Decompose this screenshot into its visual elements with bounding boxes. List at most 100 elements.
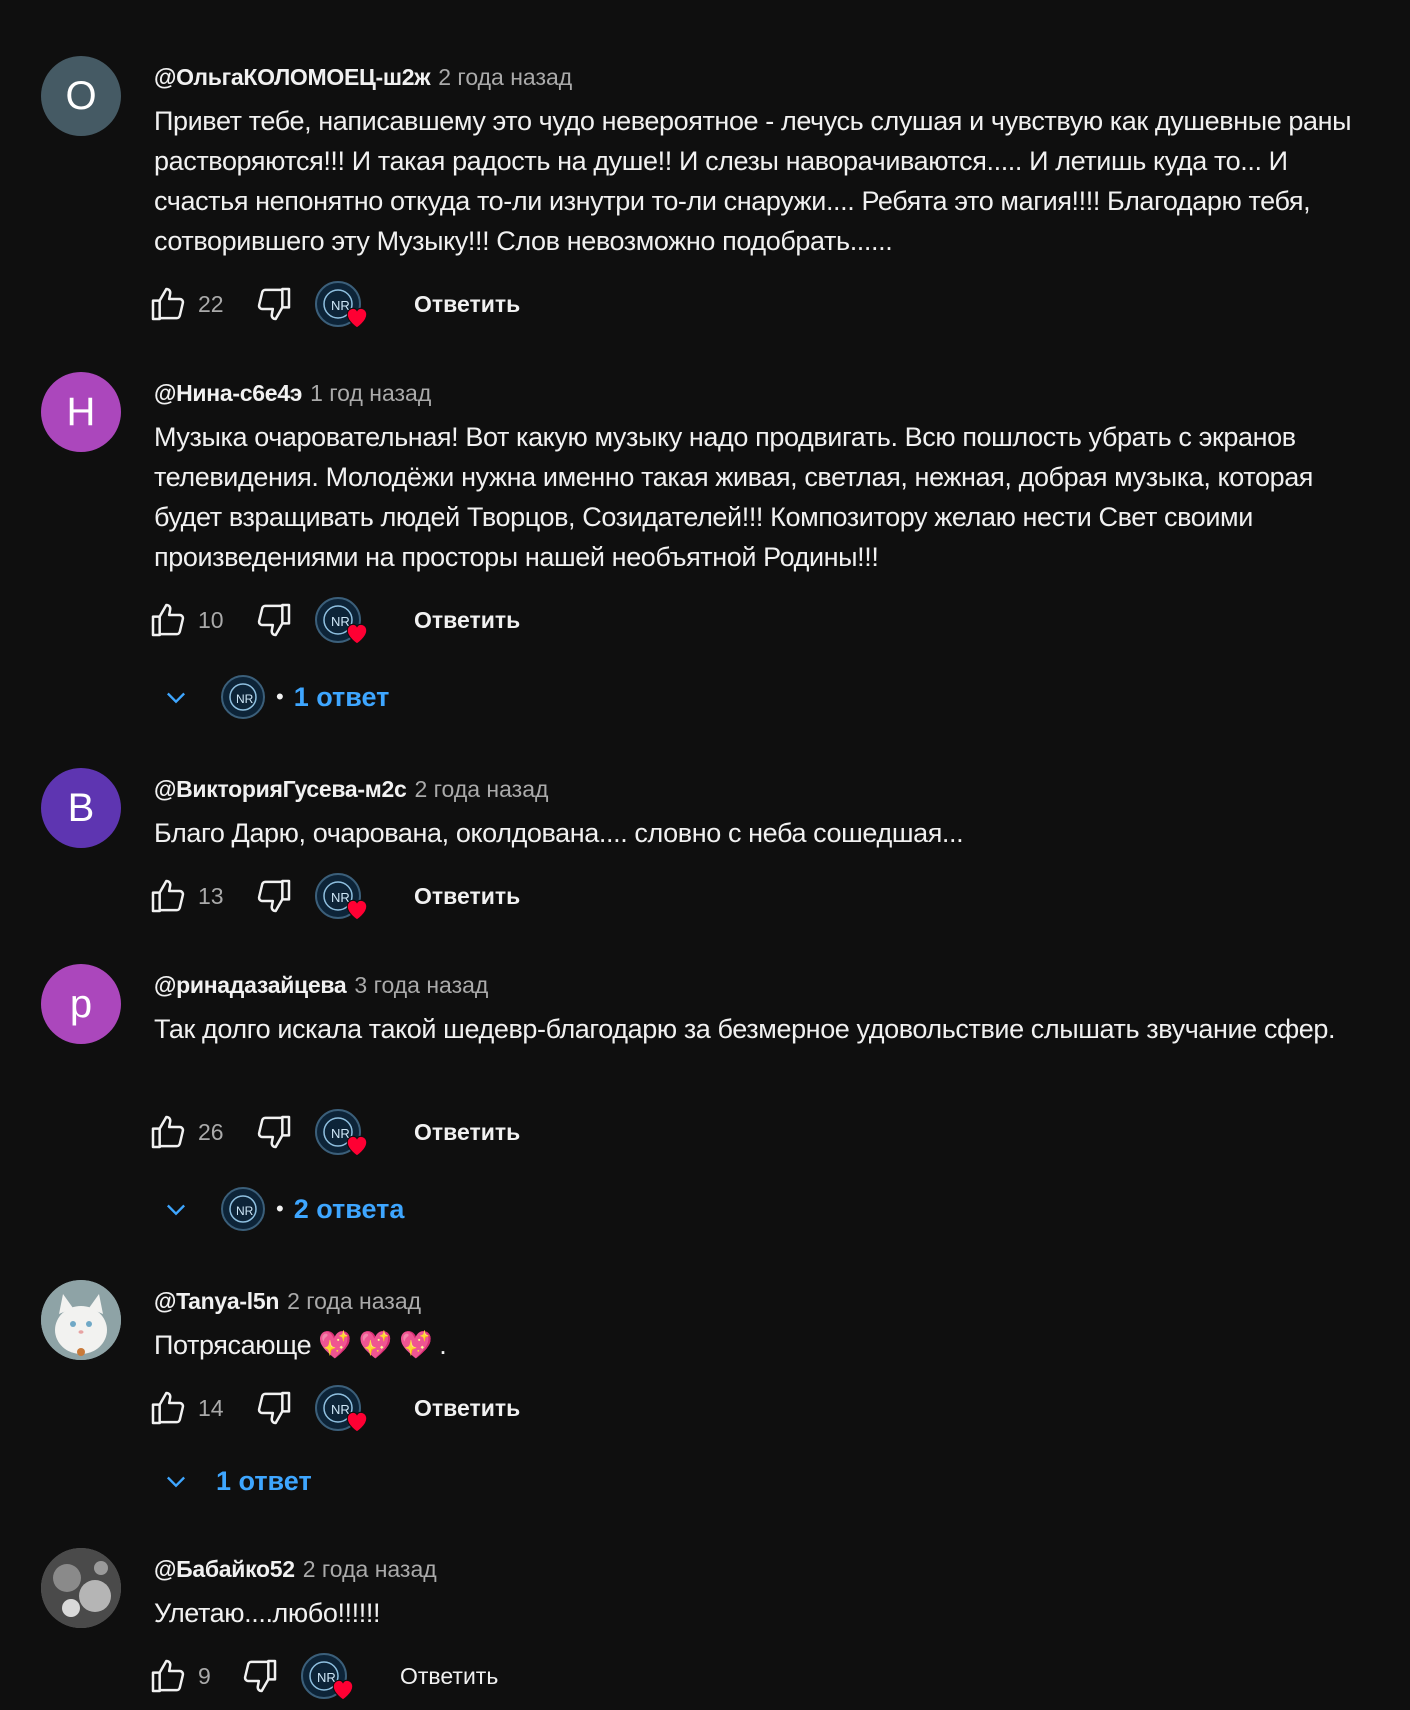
like-count: 9 bbox=[198, 1662, 211, 1689]
timestamp[interactable]: 2 года назад bbox=[438, 64, 572, 91]
author-name[interactable]: @Нина-с6е4э bbox=[154, 380, 302, 407]
thumbs-down-icon bbox=[257, 1391, 291, 1425]
heart-icon bbox=[346, 307, 368, 329]
like-button[interactable] bbox=[148, 876, 188, 916]
comment-header: @Бабайко52 2 года назад bbox=[154, 1551, 437, 1587]
grey-photo-icon bbox=[41, 1548, 121, 1628]
svg-text:NR: NR bbox=[236, 1204, 254, 1218]
thumbs-up-icon bbox=[151, 879, 185, 913]
dislike-button[interactable] bbox=[254, 284, 294, 324]
creator-heart[interactable]: NR bbox=[314, 871, 370, 921]
comment-header: @Tanya-l5n 2 года назад bbox=[154, 1283, 421, 1319]
like-count: 13 bbox=[198, 882, 224, 909]
thumbs-down-icon bbox=[243, 1659, 277, 1693]
creator-heart[interactable]: NR bbox=[300, 1651, 356, 1701]
heart-icon bbox=[346, 899, 368, 921]
reply-button[interactable]: Ответить bbox=[400, 1387, 534, 1430]
comment-actions: 22 NR Ответить bbox=[148, 279, 534, 329]
author-name[interactable]: @ВикторияГусева-м2с bbox=[154, 776, 407, 803]
avatar[interactable] bbox=[41, 1548, 121, 1628]
thumbs-up-icon bbox=[151, 1659, 185, 1693]
timestamp[interactable]: 2 года назад bbox=[287, 1288, 421, 1315]
like-button[interactable] bbox=[148, 1112, 188, 1152]
thumbs-down-icon bbox=[257, 603, 291, 637]
creator-heart[interactable]: NR bbox=[314, 1383, 370, 1433]
thumbs-down-icon bbox=[257, 1115, 291, 1149]
comment-actions: 26 NR Ответить bbox=[148, 1107, 534, 1157]
comment-text: Так долго искала такой шедевр-благодарю … bbox=[154, 1014, 1336, 1044]
heart-icon bbox=[332, 1679, 354, 1701]
like-button[interactable] bbox=[148, 1388, 188, 1428]
avatar[interactable]: р bbox=[41, 964, 121, 1044]
like-count: 22 bbox=[198, 290, 224, 317]
creator-heart[interactable]: NR bbox=[314, 279, 370, 329]
replies-count: 2 ответа bbox=[293, 1193, 405, 1224]
thumbs-up-icon bbox=[151, 287, 185, 321]
avatar[interactable]: О bbox=[41, 56, 121, 136]
thumbs-down-icon bbox=[257, 287, 291, 321]
white-cat-photo-icon bbox=[41, 1280, 121, 1360]
timestamp[interactable]: 2 года назад bbox=[414, 776, 548, 803]
author-name[interactable]: @ринадазайцева bbox=[154, 972, 347, 999]
dislike-button[interactable] bbox=[254, 1112, 294, 1152]
like-button[interactable] bbox=[148, 284, 188, 324]
thumbs-down-icon bbox=[257, 879, 291, 913]
timestamp[interactable]: 3 года назад bbox=[354, 972, 488, 999]
comment-text: Привет тебе, написавшему это чудо неверо… bbox=[154, 106, 1352, 256]
avatar[interactable]: Н bbox=[41, 372, 121, 452]
comment-text: Музыка очаровательная! Вот какую музыку … bbox=[154, 422, 1314, 572]
creator-heart[interactable]: NR bbox=[314, 595, 370, 645]
dislike-button[interactable] bbox=[254, 1388, 294, 1428]
like-button[interactable] bbox=[148, 1656, 188, 1696]
separator-dot: • bbox=[276, 1196, 284, 1221]
heart-icon bbox=[346, 1411, 368, 1433]
reply-button[interactable]: Ответить bbox=[386, 1655, 512, 1698]
avatar[interactable] bbox=[41, 1280, 121, 1360]
comment-actions: 13 NR Ответить bbox=[148, 871, 534, 921]
comment-text: Улетаю....любо!!!!!! bbox=[154, 1598, 381, 1628]
comment-text: Потрясающе 💖 💖 💖 . bbox=[154, 1330, 447, 1360]
comment-header: @Нина-с6е4э 1 год назад bbox=[154, 375, 431, 411]
author-name[interactable]: @Бабайко52 bbox=[154, 1556, 295, 1583]
separator-dot: • bbox=[276, 684, 284, 709]
reply-button[interactable]: Ответить bbox=[400, 1111, 534, 1154]
comment-header: @ОльгаКОЛОМОЕЦ-ш2ж 2 года назад bbox=[154, 59, 572, 95]
view-replies-button[interactable]: NR • 1 ответ bbox=[156, 672, 389, 722]
chevron-down-icon bbox=[156, 1467, 196, 1495]
svg-text:NR: NR bbox=[236, 692, 254, 706]
replies-count: 1 ответ bbox=[293, 681, 390, 712]
reply-button[interactable]: Ответить bbox=[400, 875, 534, 918]
like-count: 26 bbox=[198, 1118, 224, 1145]
thumbs-up-icon bbox=[151, 1115, 185, 1149]
reply-button[interactable]: Ответить bbox=[400, 283, 534, 326]
comment-actions: 14 NR Ответить bbox=[148, 1383, 534, 1433]
creator-heart[interactable]: NR bbox=[314, 1107, 370, 1157]
heart-icon bbox=[346, 1135, 368, 1157]
like-count: 10 bbox=[198, 606, 224, 633]
comment-actions: 10 NR Ответить bbox=[148, 595, 534, 645]
dislike-button[interactable] bbox=[254, 600, 294, 640]
like-count: 14 bbox=[198, 1394, 224, 1421]
creator-avatar-icon: NR bbox=[221, 1187, 265, 1231]
dislike-button[interactable] bbox=[254, 876, 294, 916]
comment-actions: 9 NR Ответить bbox=[148, 1651, 512, 1701]
comment-header: @ринадазайцева 3 года назад bbox=[154, 967, 488, 1003]
chevron-down-icon bbox=[156, 683, 196, 711]
chevron-down-icon bbox=[156, 1195, 196, 1223]
view-replies-button[interactable]: NR • 2 ответа bbox=[156, 1184, 404, 1234]
timestamp[interactable]: 1 год назад bbox=[310, 380, 431, 407]
view-replies-button[interactable]: 1 ответ bbox=[156, 1456, 312, 1506]
thumbs-up-icon bbox=[151, 1391, 185, 1425]
comments-feed: О @ОльгаКОЛОМОЕЦ-ш2ж 2 года назад Привет… bbox=[0, 0, 1410, 1710]
author-name[interactable]: @ОльгаКОЛОМОЕЦ-ш2ж bbox=[154, 64, 431, 91]
like-button[interactable] bbox=[148, 600, 188, 640]
timestamp[interactable]: 2 года назад bbox=[303, 1556, 437, 1583]
author-name[interactable]: @Tanya-l5n bbox=[154, 1288, 279, 1315]
comment-text: Благо Дарю, очарована, околдована.... сл… bbox=[154, 818, 964, 848]
thumbs-up-icon bbox=[151, 603, 185, 637]
avatar[interactable]: В bbox=[41, 768, 121, 848]
dislike-button[interactable] bbox=[240, 1656, 280, 1696]
reply-button[interactable]: Ответить bbox=[400, 599, 534, 642]
creator-avatar-icon: NR bbox=[221, 675, 265, 719]
replies-count: 1 ответ bbox=[216, 1465, 312, 1496]
